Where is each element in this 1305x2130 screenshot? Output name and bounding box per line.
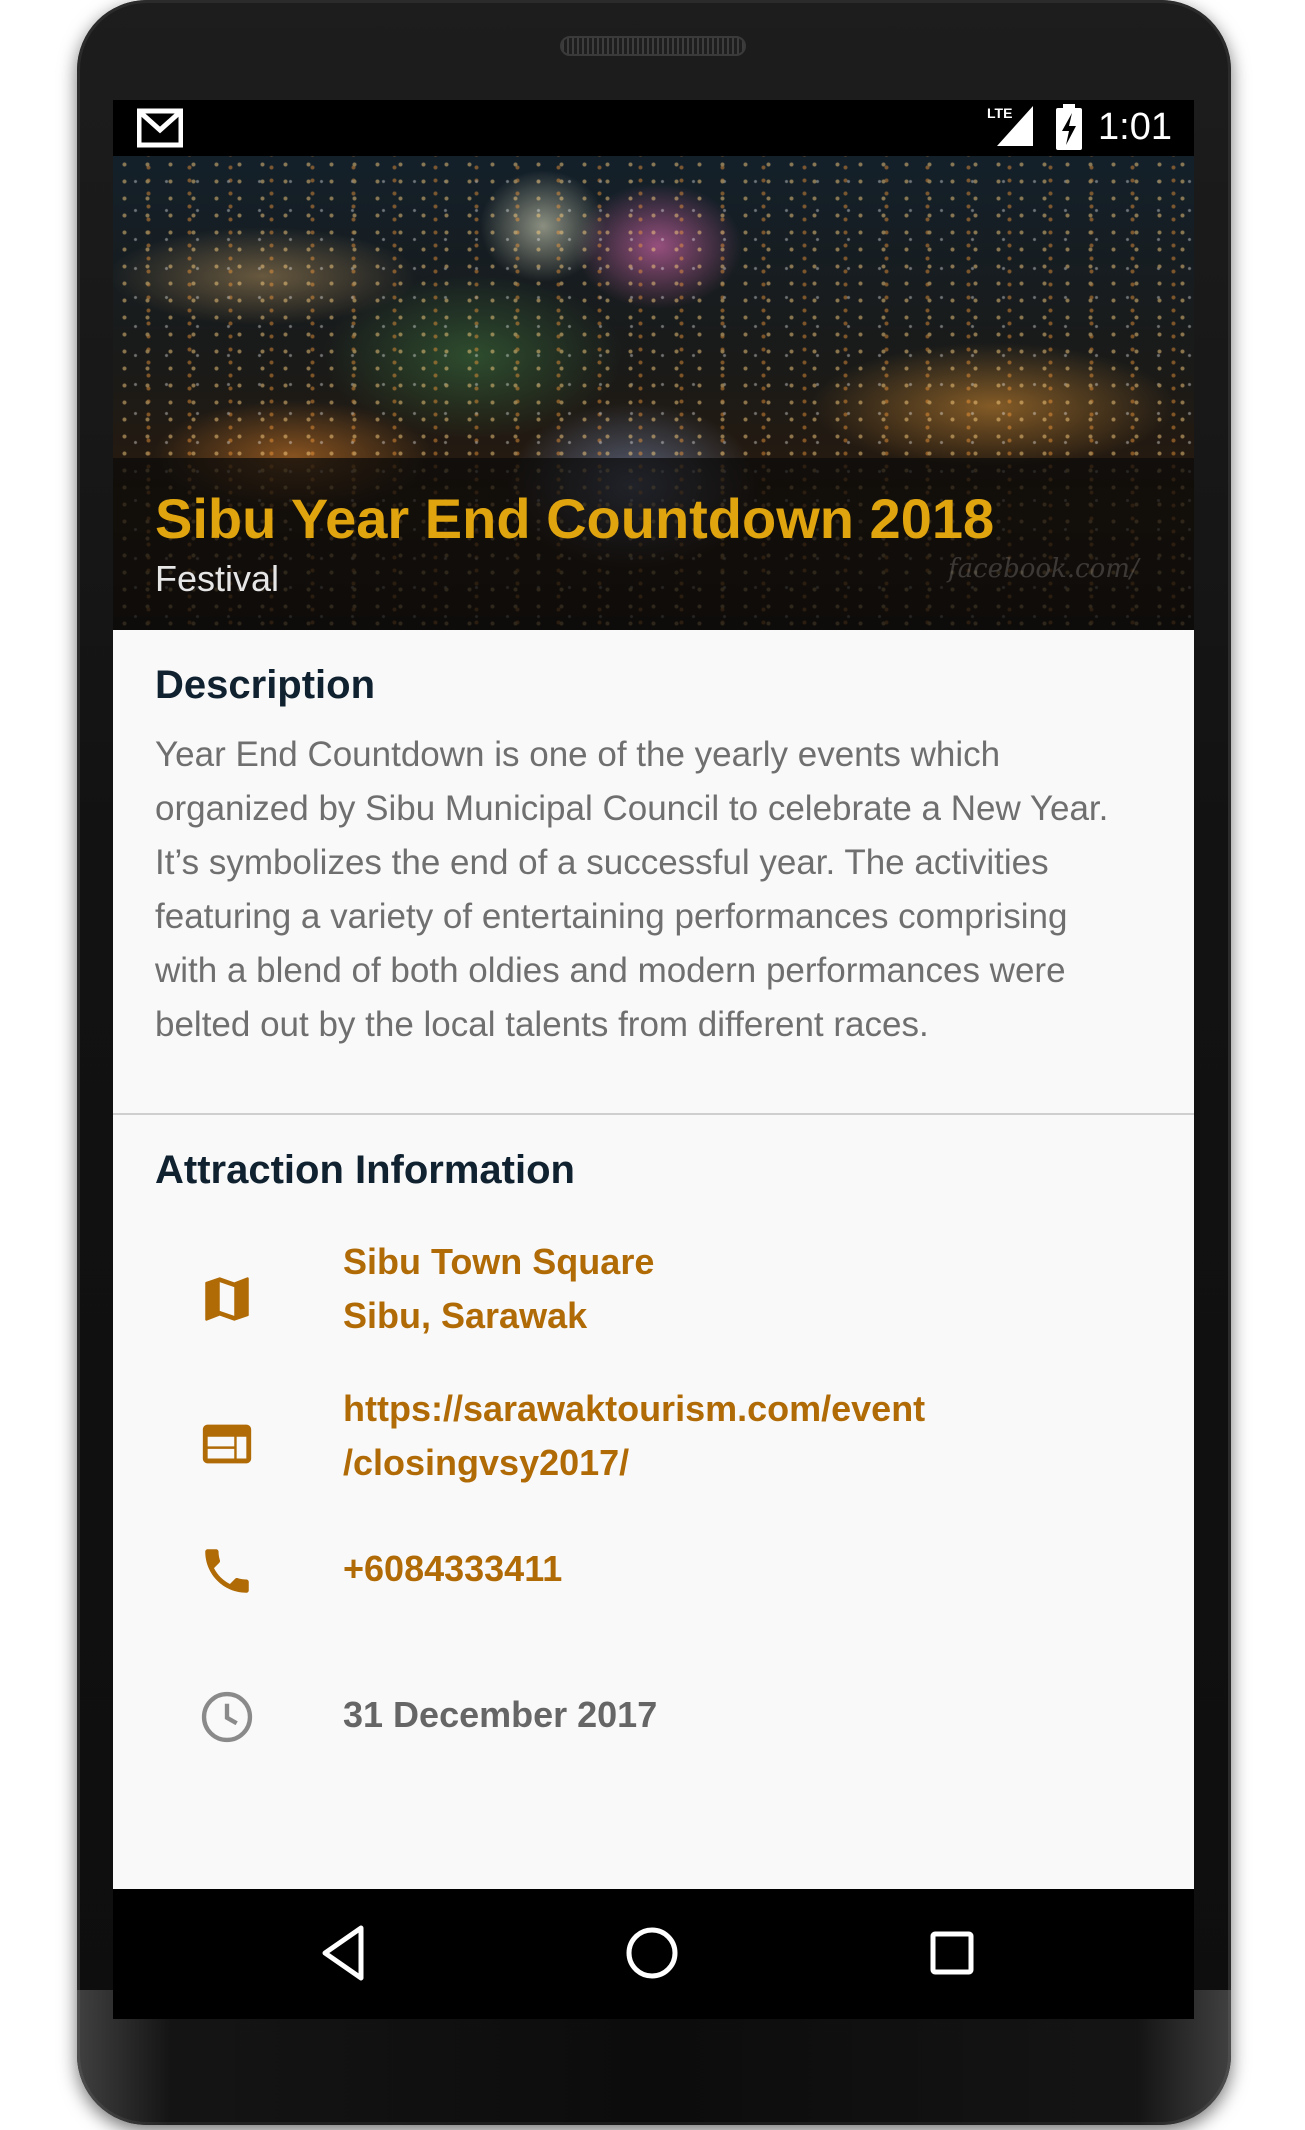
section-divider [113, 1113, 1194, 1115]
lte-signal-icon: LTE [987, 105, 1033, 146]
battery-charging-icon [1056, 104, 1082, 150]
status-bar: LTE 1:01 [113, 100, 1194, 156]
event-details: Description Year End Countdown is one of… [113, 630, 1194, 1889]
description-line: with a blend of both oldies and modern p… [155, 951, 1066, 990]
event-category: Festival [155, 558, 280, 599]
description-line: It’s symbolizes the end of a successful … [155, 843, 1049, 882]
location-city[interactable]: Sibu, Sarawak [343, 1289, 587, 1343]
description-line: featuring a variety of entertaining perf… [155, 897, 1068, 936]
description-line: organized by Sibu Municipal Council to c… [155, 789, 1109, 828]
home-icon[interactable] [617, 1918, 687, 1988]
website-link-line1[interactable]: https://sarawaktourism.com/event [343, 1382, 925, 1436]
phone-speaker [560, 36, 746, 56]
web-icon [202, 1424, 252, 1464]
description-text: Year End Countdown is one of the yearly … [155, 728, 1165, 1052]
map-icon [205, 1277, 249, 1321]
description-heading: Description [155, 663, 376, 707]
description-line: belted out by the local talents from dif… [155, 1005, 929, 1044]
clock-icon [201, 1691, 253, 1743]
description-line: Year End Countdown is one of the yearly … [155, 735, 1001, 774]
phone-number[interactable]: +6084333411 [343, 1542, 562, 1596]
location-row[interactable]: Sibu Town Square Sibu, Sarawak [113, 1235, 1194, 1355]
event-title: Sibu Year End Countdown 2018 [155, 487, 995, 550]
gmail-icon [137, 108, 183, 148]
website-row[interactable]: https://sarawaktourism.com/event /closin… [113, 1382, 1194, 1502]
hero-image: Sibu Year End Countdown 2018 Festival fa… [113, 156, 1194, 630]
screen: LTE 1:01 Sibu Year End Countdown 2018 Fe… [113, 100, 1194, 1889]
back-icon[interactable] [311, 1918, 381, 1988]
event-date: 31 December 2017 [343, 1694, 658, 1735]
website-link-line2[interactable]: /closingvsy2017/ [343, 1436, 629, 1490]
status-time: 1:01 [1098, 106, 1172, 148]
recents-icon[interactable] [917, 1918, 987, 1988]
phone-row[interactable]: +6084333411 [113, 1530, 1194, 1610]
svg-text:LTE: LTE [987, 105, 1012, 121]
image-watermark: facebook.com/ [948, 554, 1139, 584]
location-name[interactable]: Sibu Town Square [343, 1235, 654, 1289]
date-row: 31 December 2017 [113, 1676, 1194, 1756]
phone-icon [205, 1549, 249, 1593]
attraction-heading: Attraction Information [155, 1148, 575, 1192]
